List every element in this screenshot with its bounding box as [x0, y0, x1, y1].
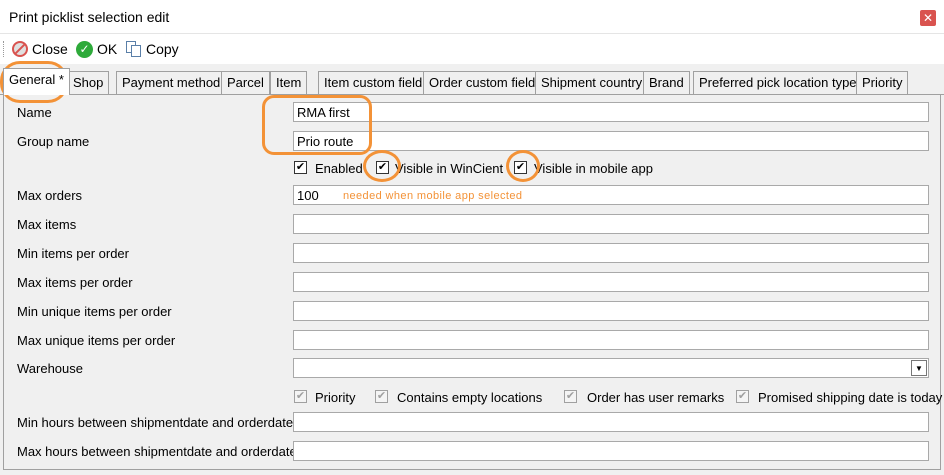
max-orders-value: 100	[297, 188, 319, 203]
promised-today-checkbox[interactable]: ✔	[736, 390, 749, 403]
ok-button-label: OK	[97, 41, 118, 57]
min-unique-items-input[interactable]	[293, 301, 929, 321]
group-name-input[interactable]: Prio route	[293, 131, 929, 151]
empty-locations-label: Contains empty locations	[397, 390, 543, 405]
name-input[interactable]: RMA first	[293, 102, 929, 122]
tab-item[interactable]: Item	[270, 71, 308, 94]
max-unique-items-input[interactable]	[293, 330, 929, 350]
tab-item-custom-field[interactable]: Item custom field	[318, 71, 429, 94]
window-close-button[interactable]: ✕	[920, 10, 936, 26]
tab-parcel[interactable]: Parcel	[221, 71, 270, 94]
user-remarks-checkbox[interactable]: ✔	[564, 390, 577, 403]
check-icon: ✓	[76, 40, 93, 58]
max-unique-items-label: Max unique items per order	[17, 333, 176, 348]
min-hours-input[interactable]	[293, 412, 929, 432]
min-items-per-order-input[interactable]	[293, 243, 929, 263]
visible-mobile-label: Visible in mobile app	[534, 161, 653, 176]
visible-wincient-checkbox[interactable]: ✔	[376, 161, 389, 174]
tab-preferred-pick-location-type[interactable]: Preferred pick location type	[693, 71, 863, 94]
tab-shipment-country[interactable]: Shipment country	[535, 71, 649, 94]
copy-button-label: Copy	[146, 41, 179, 57]
max-hours-label: Max hours between shipmentdate and order…	[17, 444, 297, 459]
priority-label: Priority	[315, 390, 356, 405]
empty-locations-checkbox[interactable]: ✔	[375, 390, 388, 403]
tab-strip: General * Shop Payment method Parcel Ite…	[0, 68, 944, 95]
window-title: Print picklist selection edit	[9, 9, 170, 25]
max-items-per-order-label: Max items per order	[17, 275, 133, 290]
enabled-checkbox[interactable]: ✔	[294, 161, 307, 174]
max-items-label: Max items	[17, 217, 77, 232]
max-items-per-order-input[interactable]	[293, 272, 929, 292]
tab-order-custom-field[interactable]: Order custom field	[423, 71, 542, 94]
warehouse-label: Warehouse	[17, 361, 83, 376]
name-label: Name	[17, 105, 52, 120]
close-button[interactable]: Close	[12, 39, 68, 59]
tab-general[interactable]: General *	[3, 68, 70, 95]
max-orders-label: Max orders	[17, 188, 83, 203]
chevron-down-icon[interactable]: ▼	[911, 360, 927, 376]
promised-today-label: Promised shipping date is today	[758, 390, 943, 405]
max-items-input[interactable]	[293, 214, 929, 234]
visible-mobile-checkbox[interactable]: ✔	[514, 161, 527, 174]
ok-button[interactable]: ✓ OK	[76, 39, 117, 59]
tab-payment-method[interactable]: Payment method	[116, 71, 227, 94]
annotation-note: needed when mobile app selected	[343, 190, 523, 202]
tab-priority[interactable]: Priority	[856, 71, 909, 94]
close-button-label: Close	[32, 41, 68, 57]
group-name-label: Group name	[17, 134, 90, 149]
min-items-per-order-label: Min items per order	[17, 246, 129, 261]
min-hours-label: Min hours between shipmentdate and order…	[17, 415, 294, 430]
toolbar-grip[interactable]	[3, 41, 6, 57]
tab-brand[interactable]: Brand	[643, 71, 690, 94]
toolbar: Close ✓ OK Copy	[0, 34, 944, 64]
visible-wincient-label: Visible in WinCient	[395, 161, 504, 176]
min-unique-items-label: Min unique items per order	[17, 304, 172, 319]
copy-button[interactable]: Copy	[126, 39, 179, 59]
priority-checkbox[interactable]: ✔	[294, 390, 307, 403]
enabled-label: Enabled	[315, 161, 363, 176]
user-remarks-label: Order has user remarks	[587, 390, 725, 405]
max-hours-input[interactable]	[293, 441, 929, 461]
title-bar: Print picklist selection edit ✕	[0, 0, 944, 34]
warehouse-select[interactable]: ▼	[293, 358, 929, 378]
copy-icon	[126, 40, 142, 58]
tab-shop[interactable]: Shop	[67, 71, 110, 94]
close-icon	[12, 41, 28, 57]
